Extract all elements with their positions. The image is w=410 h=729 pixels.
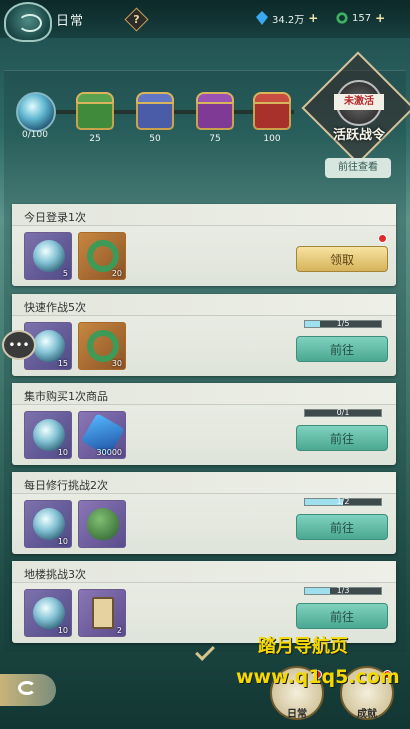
tab-achievement-label: 成就 (357, 709, 377, 720)
chat-bubble-icon: ••• (8, 338, 30, 352)
go-button[interactable]: 前往 (296, 425, 388, 451)
currency-2: 157 + (336, 10, 385, 26)
milestone-25: 25 (89, 134, 101, 144)
tab-daily-label: 日常 (287, 709, 307, 720)
pass-view-button[interactable]: 前往查看 (325, 158, 391, 178)
task-card: 快速作战5次 15 30 1/5 前往 (12, 294, 396, 376)
back-button[interactable] (0, 674, 56, 706)
task-card: 每日修行挑战2次 10 1/2 前往 (12, 472, 396, 554)
currency-2-value: 157 (352, 12, 372, 24)
task-name: 集市购买1次商品 (24, 390, 108, 403)
reward-slot[interactable]: 10 (24, 411, 72, 459)
back-arrow-icon (18, 681, 36, 695)
watermark-url: www.q1q5.com (236, 666, 400, 688)
milestone-75: 75 (209, 134, 221, 144)
blue-crystal-icon (256, 11, 268, 25)
chat-button[interactable]: ••• (2, 330, 36, 360)
reward-slot[interactable]: 10 (24, 500, 72, 548)
pass-title: 活跃战令 (332, 128, 385, 143)
progress-text: 1/2 (336, 497, 350, 506)
pass-status-label: 未激活 (334, 94, 384, 110)
go-button[interactable]: 前往 (296, 603, 388, 629)
task-card: 今日登录1次 5 20 领取 (12, 204, 396, 286)
activity-orb-icon (16, 92, 56, 132)
currency-1-plus[interactable]: + (308, 11, 318, 25)
reward-slot[interactable]: 30 (78, 322, 126, 370)
progress-text: 1/5 (336, 319, 350, 328)
activity-current: 0/100 (22, 130, 48, 140)
reward-qty: 30 (111, 359, 122, 368)
task-name: 地楼挑战3次 (24, 568, 86, 581)
dragon-logo-icon[interactable] (4, 2, 52, 42)
reward-qty: 15 (57, 359, 68, 368)
reward-slot[interactable]: 5 (24, 232, 72, 280)
jade-ring-icon (336, 12, 348, 24)
go-button[interactable]: 前往 (296, 514, 388, 540)
reward-qty: 5 (62, 269, 68, 278)
banner-icon (92, 597, 114, 629)
progress-text: 0/1 (336, 408, 350, 417)
currency-2-plus[interactable]: + (375, 11, 385, 25)
orb-icon (33, 419, 65, 451)
page-title: 日常 (56, 14, 85, 29)
task-card: 地楼挑战3次 10 2 1/3 前往 (12, 561, 396, 643)
reward-slot[interactable]: 2 (78, 589, 126, 637)
task-name: 快速作战5次 (24, 301, 86, 314)
jade-ring-icon (87, 330, 119, 362)
milestone-100: 100 (263, 134, 281, 144)
jade-ring-icon (87, 240, 119, 272)
reward-slot[interactable]: 20 (78, 232, 126, 280)
task-name: 每日修行挑战2次 (24, 479, 108, 492)
reward-qty: 10 (57, 537, 68, 546)
reward-slot[interactable] (78, 500, 126, 548)
reward-qty: 20 (111, 269, 122, 278)
blue-chest-icon[interactable] (136, 92, 174, 130)
purple-chest-icon[interactable] (196, 92, 234, 130)
progress-bar: 0/1 (304, 408, 382, 417)
red-dot-badge (378, 234, 387, 243)
orb-icon (33, 597, 65, 629)
milestone-50: 50 (149, 134, 161, 144)
orb-icon (33, 240, 65, 272)
task-name: 今日登录1次 (24, 211, 86, 224)
green-chest-icon[interactable] (76, 92, 114, 130)
progress-bar: 1/2 (304, 497, 382, 506)
reward-qty: 30000 (96, 448, 122, 457)
red-chest-icon[interactable] (253, 92, 291, 130)
watermark-title: 踏月导航页 (258, 636, 348, 657)
reward-qty: 10 (57, 448, 68, 457)
task-card: 集市购买1次商品 10 30000 0/1 前往 (12, 383, 396, 465)
reward-qty: 2 (116, 626, 122, 635)
reward-slot[interactable]: 30000 (78, 411, 126, 459)
currency-1: 34.2万 + (256, 10, 318, 26)
currency-1-value: 34.2万 (272, 14, 305, 26)
claim-button[interactable]: 领取 (296, 246, 388, 272)
progress-text: 1/3 (336, 586, 350, 595)
go-button[interactable]: 前往 (296, 336, 388, 362)
egg-icon (87, 508, 119, 540)
orb-icon (33, 508, 65, 540)
orb-icon (33, 330, 65, 362)
progress-bar: 1/5 (304, 319, 382, 328)
help-icon: ? (133, 13, 140, 26)
progress-bar: 1/3 (304, 586, 382, 595)
reward-qty: 10 (57, 626, 68, 635)
reward-slot[interactable]: 10 (24, 589, 72, 637)
